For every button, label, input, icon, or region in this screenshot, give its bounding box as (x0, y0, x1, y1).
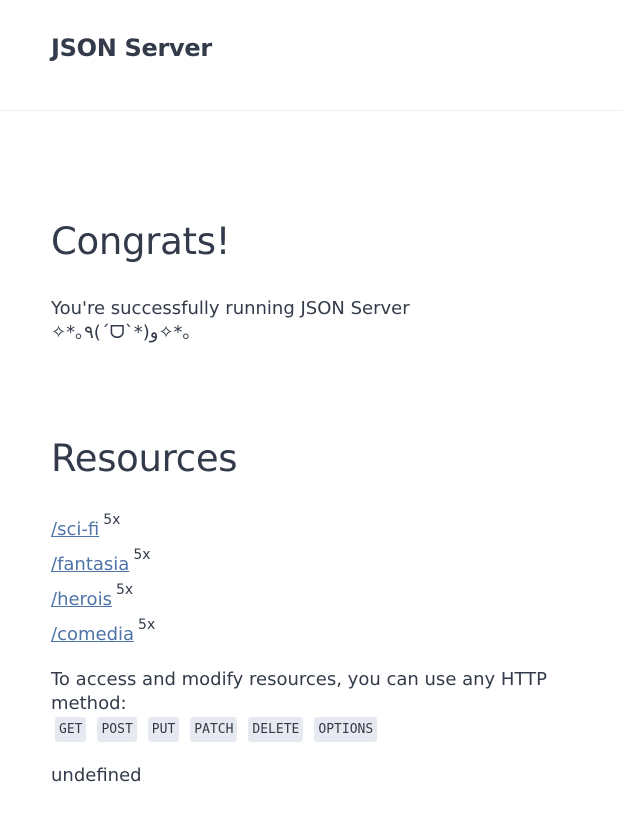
resource-count: 5x (133, 547, 151, 563)
method-get: GET (55, 717, 87, 742)
resource-item: /fantasia 5x (51, 547, 151, 575)
resources-heading: Resources (51, 437, 238, 480)
resource-item: /sci-fi 5x (51, 512, 120, 540)
http-methods-list: GET POST PUT PATCH DELETE OPTIONS (55, 717, 378, 742)
resource-link[interactable]: /fantasia (51, 554, 129, 575)
running-message: You're successfully running JSON Server (51, 298, 410, 319)
http-methods-info: To access and modify resources, you can … (51, 669, 547, 714)
top-header: JSON Server (0, 0, 623, 111)
footer-text: undefined (51, 765, 142, 786)
method-delete: DELETE (248, 717, 304, 742)
resource-link[interactable]: /comedia (51, 624, 134, 645)
method-put: PUT (147, 717, 180, 742)
method-patch: PATCH (190, 717, 238, 742)
kaomoji: ✧*｡٩(ˊᗜˋ*)و✧*｡ (51, 322, 192, 343)
congrats-heading: Congrats! (51, 220, 231, 263)
resource-link[interactable]: /sci-fi (51, 519, 99, 540)
method-post: POST (97, 717, 137, 742)
resource-item: /herois 5x (51, 582, 133, 610)
resource-count: 5x (103, 512, 121, 528)
method-options: OPTIONS (314, 717, 378, 742)
resource-count: 5x (115, 582, 134, 598)
resource-item: /comedia 5x (51, 617, 155, 645)
app-title-link[interactable]: JSON Server (51, 34, 212, 62)
resource-link[interactable]: /herois (51, 589, 112, 610)
resource-count: 5x (138, 617, 156, 633)
